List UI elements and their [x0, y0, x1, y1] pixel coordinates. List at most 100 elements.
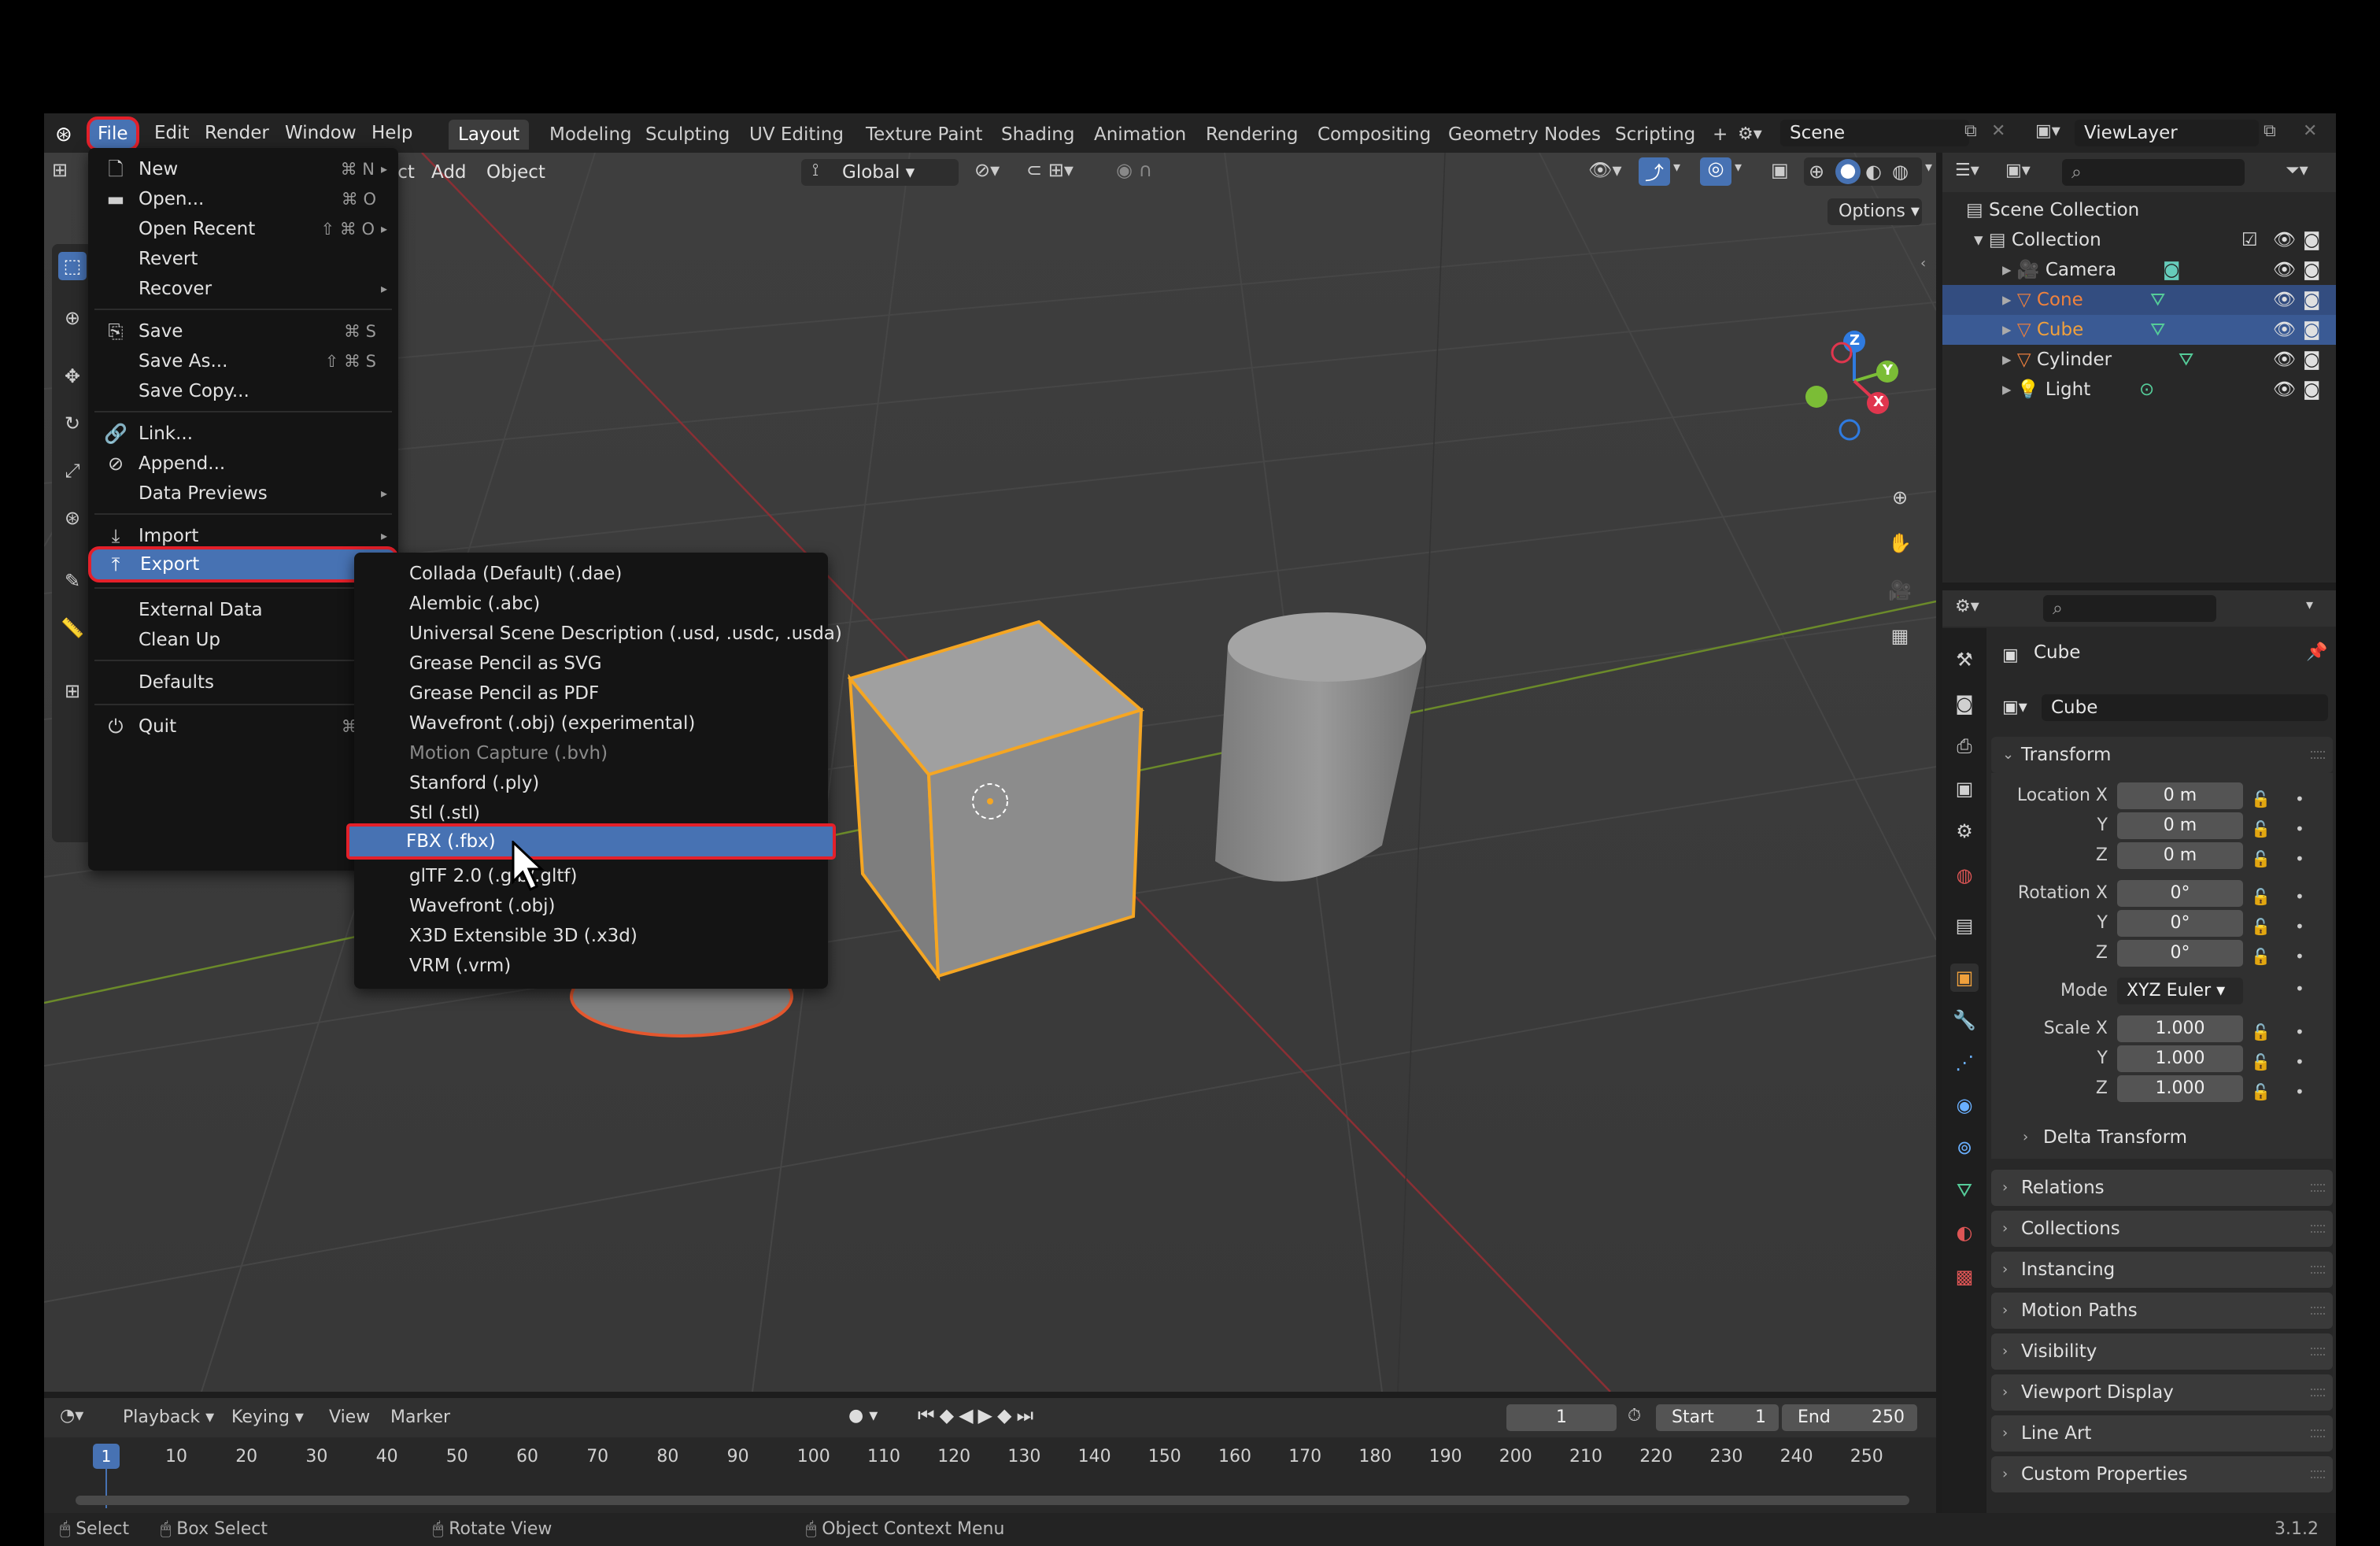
edit-menu[interactable]: Edit — [146, 120, 198, 146]
menu-item-recover[interactable]: Recover ▸ — [94, 274, 392, 304]
constraints-tab-icon[interactable]: ⊚ — [1950, 1134, 1979, 1162]
keyframe-dot-icon[interactable]: • — [2295, 979, 2304, 998]
visibility-section[interactable]: › Visibility — [1991, 1333, 2333, 1370]
tab-scripting[interactable]: Scripting — [1606, 120, 1705, 150]
delta-transform-subsection[interactable]: › Delta Transform — [1991, 1119, 2333, 1156]
camera-render-icon[interactable]: ◙ — [2303, 315, 2320, 345]
menu-item-link[interactable]: 🔗 Link... — [94, 419, 392, 449]
export-collada[interactable]: Collada (Default) (.dae) — [360, 559, 822, 589]
menu-item-save[interactable]: ⎘ Save ⌘ S — [94, 316, 392, 346]
keyframe-dot-icon[interactable]: • • • — [2295, 882, 2304, 971]
view-layer-icon[interactable]: ▣▾ — [2035, 121, 2060, 141]
menu-item-export[interactable]: ⤒Export▸ — [88, 546, 398, 583]
lock-icon[interactable]: 🔓 🔓 🔓 — [2251, 1017, 2271, 1107]
rendered-shading-icon[interactable]: ◍ — [1892, 161, 1909, 183]
drag-grip-icon[interactable] — [2311, 751, 2325, 759]
new-scene-icon[interactable]: ⧉ — [1964, 121, 1977, 141]
drag-grip-icon[interactable] — [2311, 1389, 2325, 1396]
scale-x-field[interactable]: 1.000 — [2117, 1015, 2243, 1042]
eye-icon[interactable]: 👁 — [2273, 345, 2296, 375]
properties-options-icon[interactable]: ▾ — [2306, 597, 2313, 613]
world-tab-icon[interactable]: ◍ — [1950, 861, 1979, 890]
proportional-edit-icon[interactable]: ◉ ∩ — [1116, 159, 1179, 181]
drag-grip-icon[interactable] — [2311, 1470, 2325, 1478]
custom-properties-section[interactable]: › Custom Properties — [1991, 1456, 2333, 1492]
next-keyframe-icon[interactable]: ◆ — [997, 1404, 1016, 1426]
stopwatch-icon[interactable]: ⏱ — [1628, 1406, 1641, 1426]
object-type-icon[interactable]: ▣▾ — [2002, 697, 2027, 717]
lock-icon[interactable]: 🔓 🔓 🔓 — [2251, 784, 2271, 874]
viewport-object-menu[interactable]: Object — [486, 162, 545, 183]
sidebar-toggle-icon[interactable]: ‹ — [1920, 255, 1926, 272]
scene-icon[interactable]: ⚙▾ — [1738, 121, 1777, 148]
tab-geometry-nodes[interactable]: Geometry Nodes — [1439, 120, 1610, 150]
line-art-section[interactable]: › Line Art — [1991, 1415, 2333, 1452]
camera-view-icon[interactable]: 🎥 — [1886, 576, 1914, 605]
outliner-item-camera[interactable]: ▸ 🎥 Camera ◙ 👁 ◙ — [1942, 255, 2336, 285]
menu-item-open[interactable]: ▬ Open... ⌘ O — [94, 184, 392, 214]
checkbox-icon[interactable]: ☑ — [2241, 225, 2258, 255]
export-grease-pencil-pdf[interactable]: Grease Pencil as PDF — [360, 679, 822, 708]
drag-grip-icon[interactable] — [2311, 1429, 2325, 1437]
export-grease-pencil-svg[interactable]: Grease Pencil as SVG — [360, 649, 822, 679]
auto-keying-record-icon[interactable]: ● ▾ — [848, 1406, 878, 1426]
scene-tab-icon[interactable]: ⚙ — [1950, 817, 1979, 845]
viewport-display-section[interactable]: › Viewport Display — [1991, 1374, 2333, 1411]
camera-render-icon[interactable]: ◙ — [2303, 225, 2320, 255]
scene-field[interactable]: Scene — [1780, 120, 1969, 146]
menu-item-save-copy[interactable]: Save Copy... — [94, 376, 392, 406]
eye-icon[interactable]: 👁 — [2273, 285, 2296, 315]
location-z-field[interactable]: 0 m — [2117, 842, 2243, 869]
menu-item-clean-up[interactable]: Clean Up▸ — [94, 625, 392, 655]
transform-section-header[interactable]: ⌄ Transform — [1991, 737, 2333, 773]
menu-item-save-as[interactable]: Save As... ⇧ ⌘ S — [94, 346, 392, 376]
rotation-x-field[interactable]: 0° — [2117, 880, 2243, 907]
options-dropdown[interactable]: Options ▾ — [1828, 198, 1922, 225]
marker-menu[interactable]: Marker — [390, 1407, 450, 1427]
collection-tab-icon[interactable]: ▤ — [1950, 912, 1979, 940]
data-tab-icon[interactable]: ⛛ — [1950, 1176, 1979, 1204]
scale-y-field[interactable]: 1.000 — [2117, 1045, 2243, 1072]
texture-tab-icon[interactable]: ▩ — [1950, 1263, 1979, 1291]
export-alembic[interactable]: Alembic (.abc) — [360, 589, 822, 619]
measure-tool-icon[interactable]: 📏 — [58, 614, 87, 642]
delete-view-layer-icon[interactable]: ✕ — [2303, 121, 2317, 141]
export-vrm[interactable]: VRM (.vrm) — [360, 951, 822, 981]
rotation-y-field[interactable]: 0° — [2117, 910, 2243, 937]
rotate-tool-icon[interactable]: ↻ — [58, 409, 87, 438]
object-name-field[interactable]: Cube — [2042, 694, 2328, 721]
menu-item-append[interactable]: ⊘ Append... — [94, 449, 392, 479]
view-layer-tab-icon[interactable]: ▣ — [1950, 775, 1979, 803]
tab-sculpting[interactable]: Sculpting — [636, 120, 739, 150]
menu-item-open-recent[interactable]: Open Recent ⇧ ⌘ O ▸ — [94, 214, 392, 244]
file-menu[interactable]: File — [87, 117, 139, 151]
gizmo-dropdown-icon[interactable]: ▾ — [1673, 159, 1689, 176]
menu-item-new[interactable]: 🗋 New ⌘ N ▸ — [94, 154, 392, 184]
jump-start-icon[interactable]: ⏮ — [918, 1404, 940, 1426]
overlays-icon[interactable]: ◎ — [1700, 157, 1731, 186]
instancing-section[interactable]: › Instancing — [1991, 1252, 2333, 1288]
prev-keyframe-icon[interactable]: ◆ — [940, 1404, 959, 1426]
display-mode-icon[interactable]: ▣▾ — [2005, 161, 2031, 180]
snap-icon[interactable]: ⊂ ⊞▾ — [1026, 159, 1105, 181]
viewport-add-menu[interactable]: Add — [431, 162, 467, 183]
outliner-scene-collection[interactable]: ▤ Scene Collection — [1942, 195, 2336, 225]
window-menu[interactable]: Window — [277, 120, 364, 146]
play-icon[interactable]: ▶ — [978, 1404, 997, 1426]
filter-icon[interactable]: ⏷▾ — [2286, 161, 2308, 180]
delete-scene-icon[interactable]: ✕ — [1991, 121, 2005, 141]
add-workspace-button[interactable]: + — [1703, 120, 1737, 150]
tab-uv-editing[interactable]: UV Editing — [740, 120, 853, 150]
shading-dropdown-icon[interactable]: ▾ — [1925, 159, 1932, 176]
view-menu[interactable]: View — [329, 1407, 370, 1427]
menu-item-defaults[interactable]: Defaults▸ — [94, 668, 392, 697]
relations-section[interactable]: › Relations — [1991, 1170, 2333, 1206]
tool-tab-icon[interactable]: ⚒ — [1950, 645, 1979, 674]
render-tab-icon[interactable]: ◙ — [1950, 690, 1979, 718]
material-tab-icon[interactable]: ◐ — [1950, 1219, 1979, 1247]
lock-icon[interactable]: 🔓 🔓 🔓 — [2251, 882, 2271, 971]
render-menu[interactable]: Render — [197, 120, 277, 146]
cursor-tool-icon[interactable]: ⊕ — [58, 304, 87, 332]
camera-render-icon[interactable]: ◙ — [2303, 345, 2320, 375]
timeline-scrollbar[interactable] — [76, 1496, 1909, 1505]
